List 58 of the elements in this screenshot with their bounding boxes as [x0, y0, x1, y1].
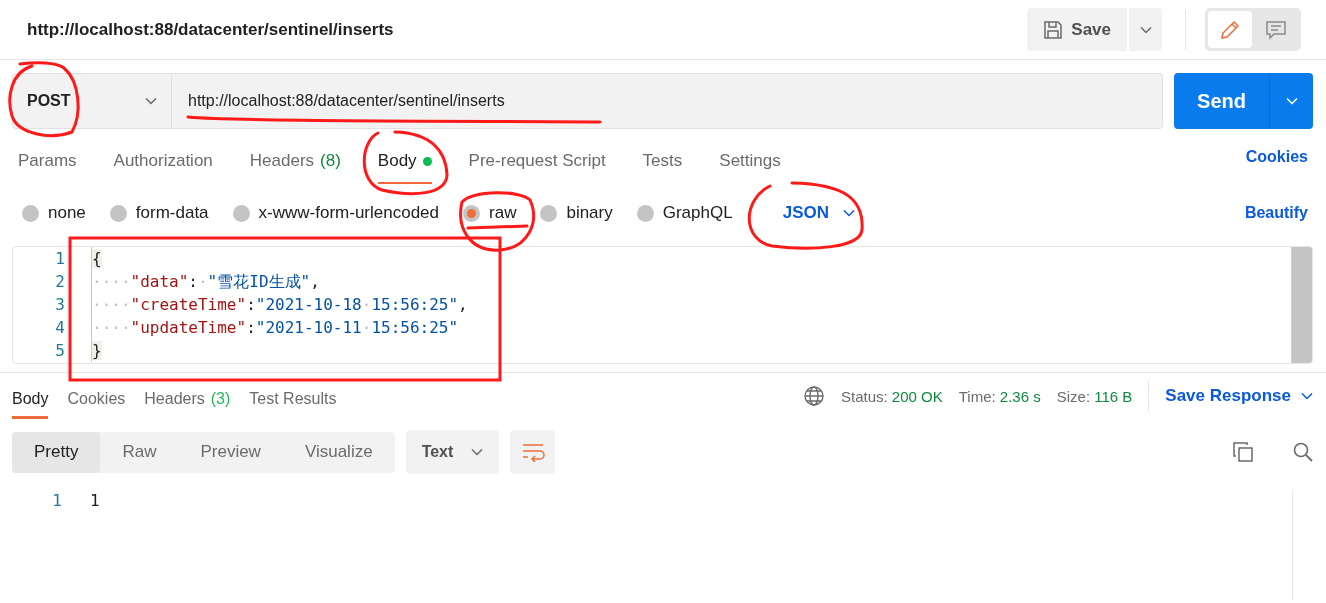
cookies-link[interactable]: Cookies	[1245, 148, 1308, 166]
view-mode-tab[interactable]: Visualize	[282, 431, 395, 473]
scrollbar[interactable]	[1291, 247, 1312, 363]
view-mode-tab[interactable]: Raw	[100, 431, 179, 473]
method-dropdown[interactable]: POST	[12, 73, 172, 129]
chevron-down-icon	[471, 448, 484, 456]
request-tab[interactable]: Settings	[719, 140, 781, 184]
request-tab[interactable]: Pre-request Script	[468, 140, 606, 184]
chevron-down-icon	[842, 209, 855, 217]
line-number: 1	[54, 248, 65, 270]
language-dropdown[interactable]: JSON	[776, 202, 861, 224]
request-title: http://localhost:88/datacenter/sentinel/inserts	[27, 19, 395, 40]
request-tab[interactable]: Params	[18, 140, 77, 184]
url-field[interactable]: http://localhost:88/datacenter/sentinel/inserts	[172, 73, 1163, 129]
line-number: 3	[54, 294, 65, 316]
chevron-down-icon	[145, 97, 157, 105]
body-type-radio[interactable]: form-data	[109, 203, 209, 223]
chevron-down-icon	[1139, 25, 1152, 34]
wrap-lines-button[interactable]	[510, 430, 556, 474]
code-editor[interactable]: 1 2 3 4 5 { ····"data":·"雪花ID生成", ····"createTime":"2021-10-18·15:56:25", ····"updateTime":"2021-10-11·15:56:25" }	[12, 246, 1313, 364]
request-tab[interactable]: Headers (8)	[249, 140, 341, 184]
line-number: 4	[54, 317, 65, 339]
save-response-button[interactable]: Save Response	[1165, 386, 1313, 406]
copy-button[interactable]	[1232, 441, 1254, 463]
edit-mode-button[interactable]	[1208, 11, 1252, 48]
search-button[interactable]	[1292, 441, 1314, 463]
request-tab[interactable]: Tests	[642, 140, 683, 184]
wrap-lines-icon	[520, 442, 545, 462]
request-tab[interactable]: Authorization	[113, 140, 213, 184]
body-type-radio[interactable]: GraphQL	[636, 203, 733, 223]
globe-icon	[802, 385, 825, 407]
chevron-down-icon	[1285, 97, 1298, 105]
body-type-radio[interactable]: raw	[463, 203, 517, 223]
chevron-down-icon	[1301, 392, 1313, 400]
copy-icon	[1232, 441, 1254, 463]
line-number: 2	[54, 271, 65, 293]
status-text: Time: 2.36 s	[958, 387, 1041, 405]
view-mode-tab[interactable]: Pretty	[12, 431, 101, 473]
search-icon	[1292, 441, 1314, 463]
status-text: Status: 200 OK	[840, 387, 943, 405]
view-mode-tab[interactable]: Preview	[178, 431, 283, 473]
save-button[interactable]: Save	[1027, 8, 1127, 51]
response-line: 1	[90, 490, 100, 512]
beautify-link[interactable]: Beautify	[1244, 204, 1308, 222]
line-number: 1	[51, 490, 62, 512]
response-tab[interactable]: Headers (3)	[144, 381, 231, 419]
response-tab[interactable]: Test Results	[249, 381, 337, 419]
request-tab[interactable]: Body	[377, 140, 432, 184]
response-tab[interactable]: Body	[12, 381, 49, 419]
speech-bubble-icon	[1265, 18, 1287, 41]
response-tab[interactable]: Cookies	[67, 381, 126, 419]
body-type-radio[interactable]: x-www-form-urlencoded	[232, 203, 439, 223]
line-number: 5	[54, 340, 65, 362]
pencil-icon	[1219, 18, 1241, 41]
body-type-radio[interactable]: none	[22, 203, 86, 223]
format-dropdown[interactable]: Text	[405, 430, 500, 474]
status-text: Size: 116 B	[1056, 387, 1133, 405]
body-type-radio[interactable]: binary	[540, 203, 613, 223]
